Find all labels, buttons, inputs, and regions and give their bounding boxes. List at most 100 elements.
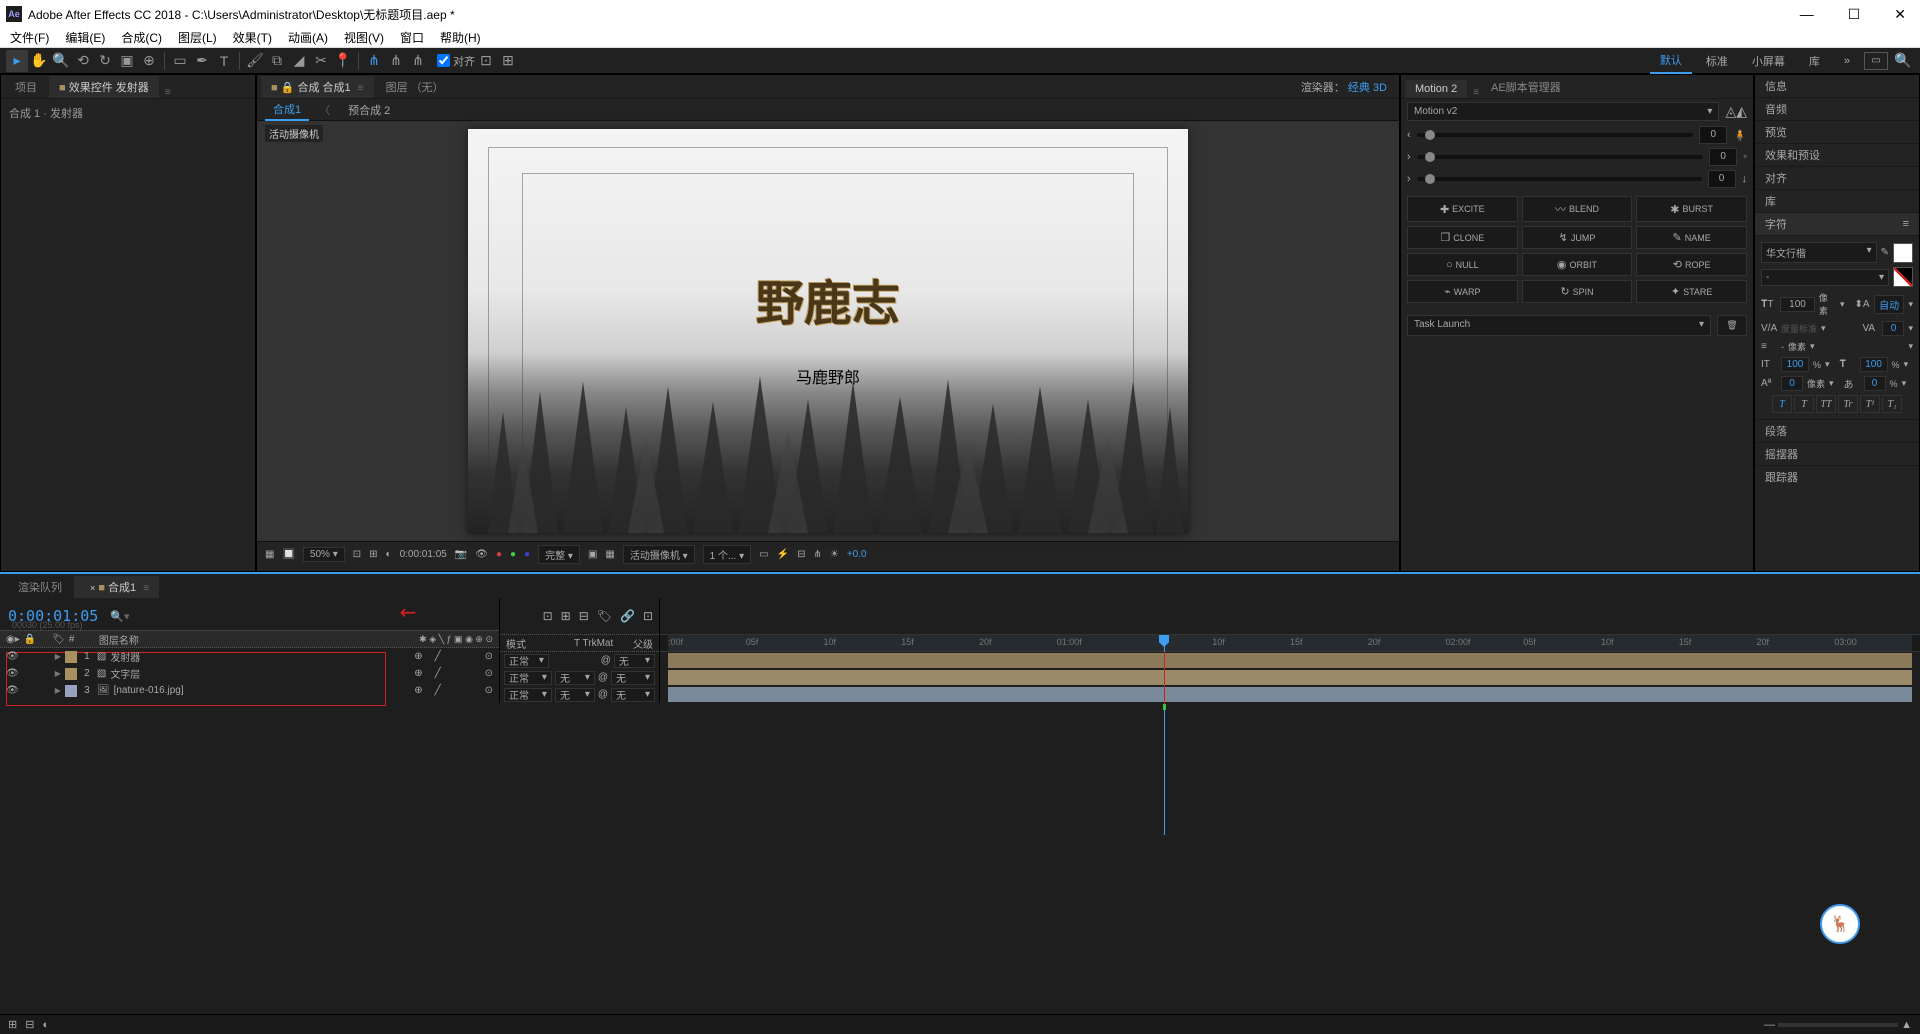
toggle-transfer-icon[interactable]: ◐	[42, 1019, 49, 1031]
menu-edit[interactable]: 编辑(E)	[59, 27, 111, 48]
twirl-icon[interactable]: ▶	[55, 652, 61, 661]
faux-bold[interactable]: T	[1772, 395, 1792, 413]
layer-name[interactable]: 发射器	[110, 649, 410, 664]
resolution-dropdown[interactable]: 完整 ▾	[538, 545, 580, 564]
tab-render-queue[interactable]: 渲染队列	[8, 576, 72, 598]
eraser-tool[interactable]: ◢	[288, 50, 310, 72]
subscript[interactable]: T₁	[1882, 395, 1902, 413]
panel-tracker[interactable]: 跟踪器	[1755, 465, 1919, 488]
toggle-switches-icon[interactable]: ⊞	[8, 1018, 17, 1031]
video-toggle-icon[interactable]: 👁	[6, 685, 19, 696]
faux-italic[interactable]: T	[1794, 395, 1814, 413]
always-preview-icon[interactable]: ▦	[265, 549, 274, 560]
workspace-library[interactable]: 库	[1799, 49, 1830, 73]
tl-tool-icon[interactable]: ⊡	[543, 609, 553, 623]
slider-nav-left-icon[interactable]: ›	[1407, 151, 1411, 163]
task-delete-button[interactable]: 🗑	[1717, 315, 1747, 336]
slider-nav-left-icon[interactable]: ›	[1407, 173, 1411, 185]
burst-button[interactable]: ✱BURST	[1636, 196, 1747, 222]
parent-pickwhip-icon[interactable]: @	[598, 689, 608, 700]
zoom-out-icon[interactable]: —	[1764, 1019, 1775, 1031]
composition-viewer[interactable]: 活动摄像机	[257, 121, 1399, 541]
stroke-color-swatch[interactable]	[1893, 267, 1913, 287]
tracking-input[interactable]: 0	[1882, 321, 1904, 336]
hscale-input[interactable]: 100	[1860, 357, 1888, 372]
panel-effects-presets[interactable]: 效果和预设	[1755, 144, 1919, 167]
workspace-standard[interactable]: 标准	[1696, 49, 1738, 73]
trkmat-dropdown[interactable]: 无▾	[555, 688, 595, 702]
slider-icon-2[interactable]: ◦	[1743, 151, 1747, 163]
views-dropdown[interactable]: 1 个... ▾	[703, 545, 752, 564]
exposure-value[interactable]: +0.0	[847, 549, 867, 560]
label-color[interactable]	[65, 651, 77, 663]
layer-row-1[interactable]: 👁 ▶ 1 ▧ 发射器 ⊕╱⊙	[0, 648, 499, 665]
menu-help[interactable]: 帮助(H)	[434, 27, 487, 48]
snap-option-icon[interactable]: ⊡	[475, 50, 497, 72]
selection-tool[interactable]: ▸	[6, 50, 28, 72]
twirl-icon[interactable]: ▶	[55, 669, 61, 678]
layer-row-3[interactable]: 👁 ▶ 3 🖼 [nature-016.jpg] ⊕╱⊙	[0, 682, 499, 699]
blend-button[interactable]: 〰BLEND	[1522, 196, 1633, 222]
layer-bar-1[interactable]	[668, 653, 1912, 668]
blend-mode-dropdown[interactable]: 正常▾	[504, 688, 552, 702]
pan-behind-tool[interactable]: ⊕	[138, 50, 160, 72]
snapshot-icon[interactable]: 📷	[455, 549, 467, 560]
fast-preview-icon[interactable]: ⚡	[777, 549, 789, 560]
layer-name[interactable]: 文字层	[110, 666, 410, 681]
parent-dropdown[interactable]: 无▾	[611, 671, 655, 685]
snap-option2-icon[interactable]: ⊞	[497, 50, 519, 72]
eyedropper-icon[interactable]: ✎	[1881, 247, 1889, 258]
font-size-input[interactable]: 100	[1780, 297, 1815, 312]
clone-tool[interactable]: ⧉	[266, 50, 288, 72]
parent-dropdown[interactable]: 无▾	[614, 654, 655, 668]
task-launch-dropdown[interactable]: Task Launch▾	[1407, 315, 1711, 336]
flowchart-icon[interactable]: ⋔	[813, 549, 821, 560]
jump-button[interactable]: ↯JUMP	[1522, 226, 1633, 249]
tl-tool-icon[interactable]: ⊡	[643, 609, 653, 623]
mask-toggle-icon[interactable]: ◐	[386, 549, 392, 560]
warp-button[interactable]: ⌁WARP	[1407, 280, 1518, 303]
menu-animation[interactable]: 动画(A)	[282, 27, 334, 48]
motion-slider-3[interactable]	[1417, 177, 1702, 181]
stare-button[interactable]: ✦STARE	[1636, 280, 1747, 303]
motion-slider-1[interactable]	[1417, 133, 1694, 137]
toggle-modes-icon[interactable]: ⊟	[25, 1018, 34, 1031]
blend-mode-dropdown[interactable]: 正常▾	[504, 654, 549, 668]
motion2-menu[interactable]: ≡	[1473, 87, 1479, 98]
time-ruler[interactable]: :00f05f10f 15f20f01:00f 10f15f 20f02:00f…	[660, 634, 1920, 652]
video-toggle-icon[interactable]: 👁	[6, 651, 19, 662]
font-family-dropdown[interactable]: 华文行楷▾	[1761, 242, 1877, 263]
rotation-tool[interactable]: ↻	[94, 50, 116, 72]
layer-row-2[interactable]: 👁 ▶ 2 ▧ 文字层 ⊕╱⊙	[0, 665, 499, 682]
label-header-icon[interactable]: 🏷	[52, 634, 65, 645]
motion-slider-2[interactable]	[1417, 155, 1703, 159]
panel-library[interactable]: 库	[1755, 190, 1919, 213]
panel-character[interactable]: 字符 ≡	[1755, 213, 1919, 236]
lock-header-icon[interactable]: 🔒	[24, 634, 36, 645]
menu-layer[interactable]: 图层(L)	[172, 27, 223, 48]
grid-icon[interactable]: ⊞	[369, 549, 377, 560]
label-color[interactable]	[65, 685, 77, 697]
puppet-tool[interactable]: 📍	[332, 50, 354, 72]
superscript[interactable]: T¹	[1860, 395, 1880, 413]
show-snapshot-icon[interactable]: 👁	[475, 549, 488, 560]
comp-tab-1[interactable]: 合成1	[265, 99, 309, 121]
rectangle-tool[interactable]: ▭	[169, 50, 191, 72]
panel-wiggler[interactable]: 摇摆器	[1755, 442, 1919, 465]
panel-audio[interactable]: 音频	[1755, 98, 1919, 121]
panel-align[interactable]: 对齐	[1755, 167, 1919, 190]
rope-button[interactable]: ⟲ROPE	[1636, 253, 1747, 276]
label-color[interactable]	[65, 668, 77, 680]
layer-bar-3[interactable]	[668, 687, 1912, 702]
tl-tool-icon[interactable]: 🔗	[620, 609, 635, 623]
tab-script-manager[interactable]: AE脚本管理器	[1481, 76, 1571, 98]
parent-dropdown[interactable]: 无▾	[611, 688, 655, 702]
slider-icon-1[interactable]: 🧍	[1733, 129, 1747, 142]
local-axis-icon[interactable]: ⋔	[363, 50, 385, 72]
vscale-input[interactable]: 100	[1781, 357, 1809, 372]
roi-icon[interactable]: ▣	[588, 549, 597, 560]
camera-dropdown[interactable]: 活动摄像机 ▾	[623, 545, 695, 564]
leading-input[interactable]: 自动	[1874, 295, 1905, 314]
pen-tool[interactable]: ✒	[191, 50, 213, 72]
maximize-button[interactable]: ☐	[1840, 6, 1869, 23]
